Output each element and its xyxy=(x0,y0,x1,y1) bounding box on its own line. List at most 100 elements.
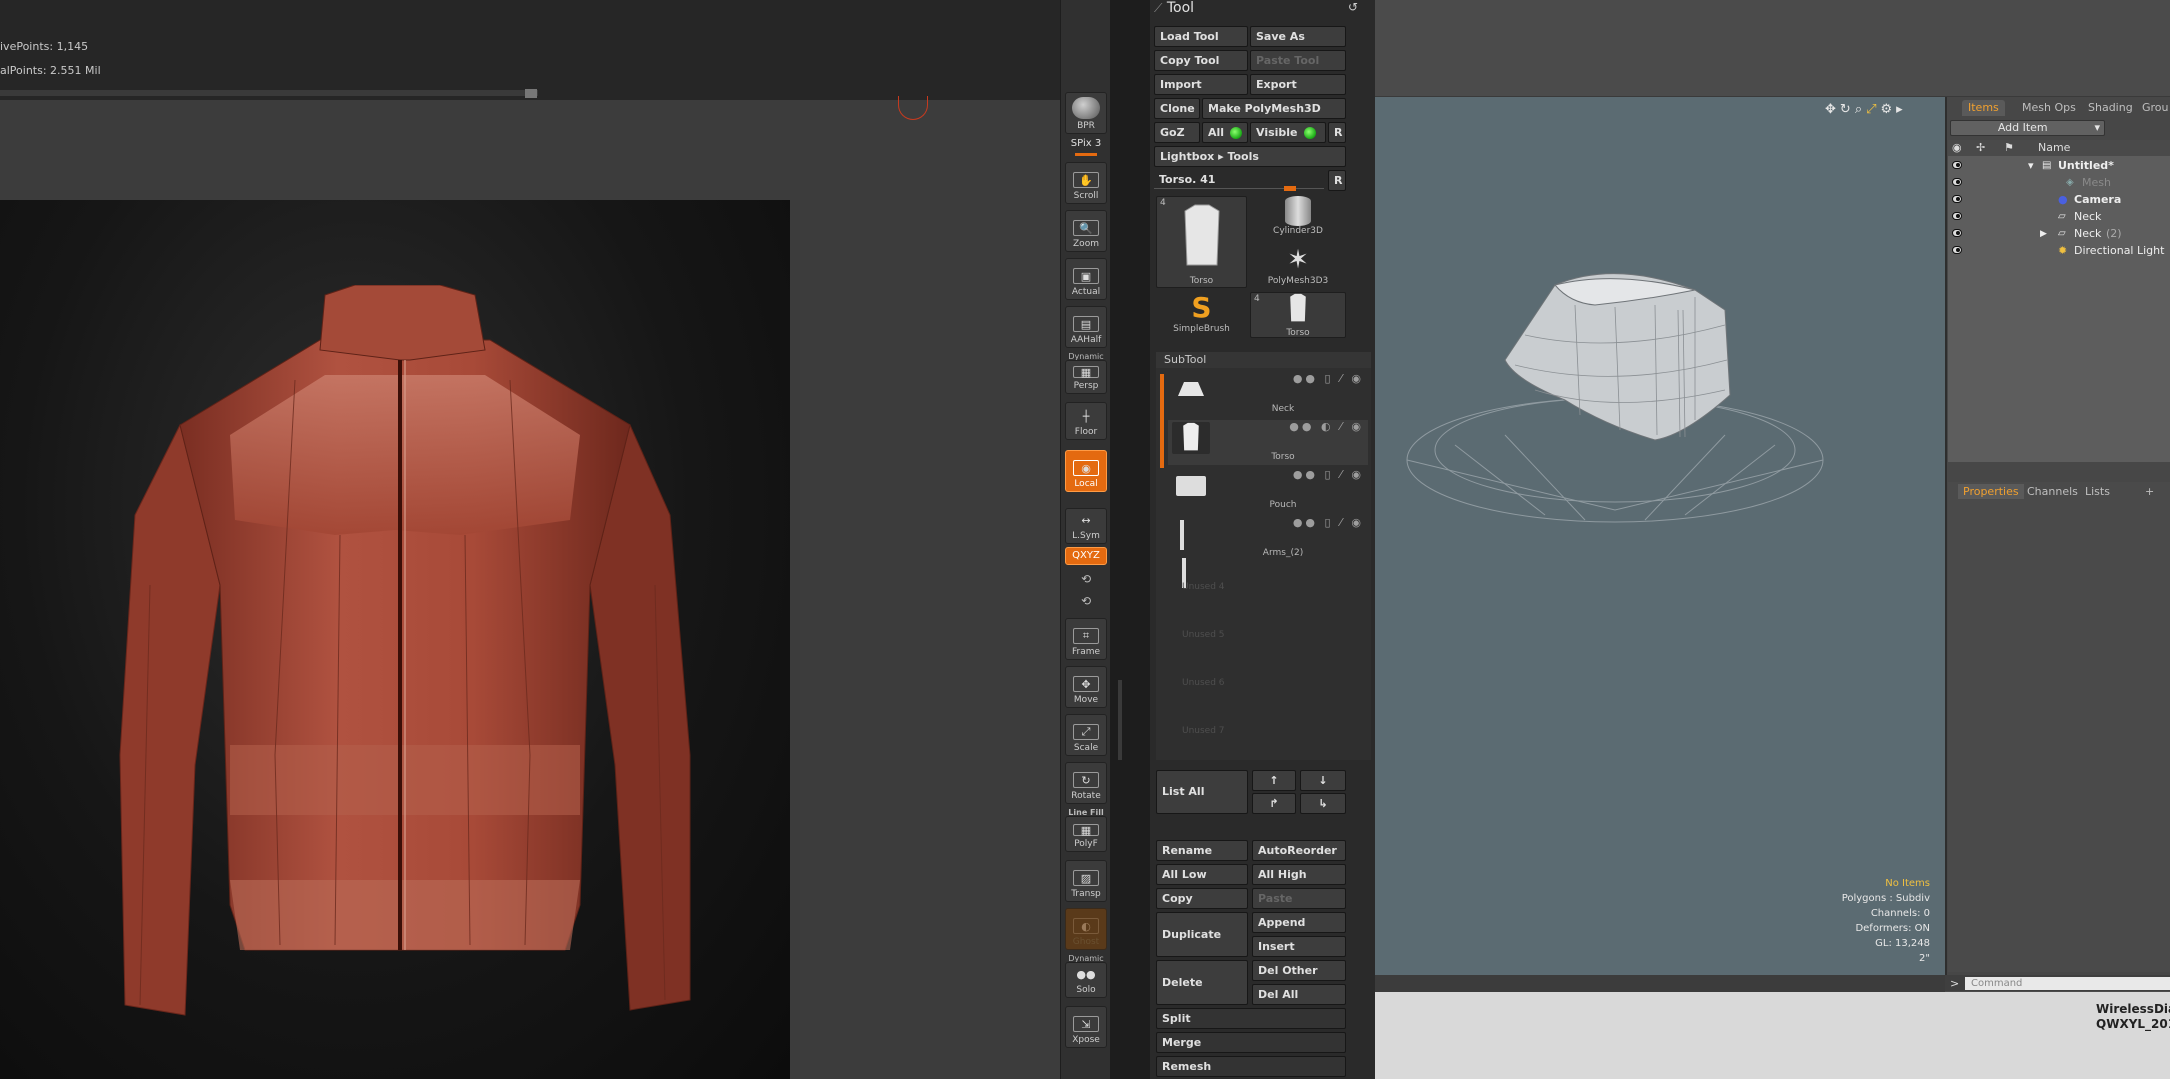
actual-button[interactable]: ▣ Actual xyxy=(1065,258,1107,300)
insert-button[interactable]: Insert xyxy=(1252,936,1346,957)
subtool-item-pouch[interactable]: ●● ▯ ⁄ ◉ Pouch xyxy=(1168,468,1368,513)
frame-button[interactable]: ⌗ Frame xyxy=(1065,618,1107,660)
move-out-button[interactable]: ↳ xyxy=(1300,793,1346,814)
bpr-button[interactable]: BPR xyxy=(1065,92,1107,134)
zbrush-slider-thumb[interactable] xyxy=(525,89,537,98)
visibility-eye-icon[interactable] xyxy=(1952,246,1962,254)
subtool-header[interactable]: SubTool xyxy=(1156,352,1371,368)
pan-icon[interactable]: ✥ xyxy=(1825,102,1840,117)
rotate-z-icon[interactable]: ⟲ xyxy=(1061,594,1111,608)
tool-thumb-polymesh[interactable]: ✶ PolyMesh3D3 xyxy=(1250,244,1346,290)
copy-button[interactable]: Copy xyxy=(1156,888,1248,909)
del-all-button[interactable]: Del All xyxy=(1252,984,1346,1005)
move-button[interactable]: ✥ Move xyxy=(1065,666,1107,708)
import-button[interactable]: Import xyxy=(1154,74,1248,95)
ghost-button[interactable]: ◐ Ghost xyxy=(1065,908,1107,950)
collapse-arrow-icon[interactable]: ▶ xyxy=(2040,226,2047,242)
tab-properties[interactable]: Properties xyxy=(1958,484,2024,499)
tab-items[interactable]: Items xyxy=(1962,100,2005,116)
del-other-button[interactable]: Del Other xyxy=(1252,960,1346,981)
clone-button[interactable]: Clone xyxy=(1154,98,1200,119)
move-down-button[interactable]: ↓ xyxy=(1300,770,1346,791)
remesh-button[interactable]: Remesh xyxy=(1156,1056,1346,1077)
pouch-controls[interactable]: ●● ▯ ⁄ ◉ xyxy=(1293,468,1364,481)
goz-all-button[interactable]: All xyxy=(1202,122,1248,143)
tab-lists[interactable]: Lists xyxy=(2080,484,2115,499)
add-item-button[interactable]: Add Item ▾ xyxy=(1950,120,2105,136)
tree-row-camera[interactable]: ● Camera xyxy=(1948,192,2170,208)
local-button[interactable]: ◉ Local xyxy=(1065,450,1107,492)
rotate-button[interactable]: ↻ Rotate xyxy=(1065,762,1107,804)
spix-slider[interactable] xyxy=(1075,153,1097,156)
xpose-button[interactable]: ⇲ Xpose xyxy=(1065,1006,1107,1048)
unused-slot-7[interactable]: Unused 7 xyxy=(1182,726,1225,736)
merge-button[interactable]: Merge xyxy=(1156,1032,1346,1053)
unused-slot-5[interactable]: Unused 5 xyxy=(1182,630,1225,640)
tree-row-light[interactable]: ✹ Directional Light xyxy=(1948,243,2170,259)
polyf-button[interactable]: ▦ PolyF xyxy=(1065,816,1107,852)
visibility-eye-icon[interactable] xyxy=(1952,195,1962,203)
zbrush-slider-track[interactable] xyxy=(0,90,538,96)
reset-icon[interactable]: ↺ xyxy=(1348,0,1358,14)
lsym-button[interactable]: ↔ L.Sym xyxy=(1065,508,1107,544)
paste-tool-button[interactable]: Paste Tool xyxy=(1250,50,1346,71)
orbit-icon[interactable]: ↻ xyxy=(1840,102,1855,117)
move-up-button[interactable]: ↑ xyxy=(1252,770,1296,791)
neck-controls[interactable]: ●● ▯ ⁄ ◉ xyxy=(1293,372,1364,385)
duplicate-button[interactable]: Duplicate xyxy=(1156,912,1248,957)
transp-button[interactable]: ▨ Transp xyxy=(1065,860,1107,902)
more-icon[interactable]: ▸ xyxy=(1896,102,1907,117)
tree-row-mesh[interactable]: ◈ Mesh xyxy=(1948,175,2170,191)
tab-channels[interactable]: Channels xyxy=(2022,484,2083,499)
tab-groups[interactable]: Grou xyxy=(2136,100,2170,116)
persp-button[interactable]: ▦ Persp xyxy=(1065,360,1107,394)
tree-row-scene[interactable]: ▾ ▤ Untitled* xyxy=(1948,158,2170,174)
torso-controls[interactable]: ●● ◐ ⁄ ◉ xyxy=(1289,420,1364,433)
type-col-icon[interactable]: ⚑ xyxy=(2004,140,2014,156)
tab-mesh-ops[interactable]: Mesh Ops xyxy=(2016,100,2082,116)
tool-panel-scrollbar[interactable] xyxy=(1118,680,1122,760)
make-polymesh-button[interactable]: Make PolyMesh3D xyxy=(1202,98,1346,119)
unused-slot-4[interactable]: Unused 4 xyxy=(1182,582,1225,592)
scale-button[interactable]: ⤢ Scale xyxy=(1065,714,1107,756)
lightbox-tools-button[interactable]: Lightbox ▸ Tools xyxy=(1154,146,1346,167)
tool-thumb-simplebrush[interactable]: S SimpleBrush xyxy=(1156,292,1247,338)
solo-button[interactable]: ●● Solo xyxy=(1065,962,1107,998)
list-all-button[interactable]: List All xyxy=(1156,770,1248,814)
expand-arrow-icon[interactable]: ▾ xyxy=(2028,158,2034,174)
tool-thumb-torso-2[interactable]: 4 Torso xyxy=(1250,292,1346,338)
delete-button[interactable]: Delete xyxy=(1156,960,1248,1005)
goz-visible-button[interactable]: Visible xyxy=(1250,122,1326,143)
scroll-button[interactable]: ✋ Scroll xyxy=(1065,162,1107,204)
goz-button[interactable]: GoZ xyxy=(1154,122,1200,143)
visibility-col-icon[interactable]: ◉ xyxy=(1952,140,1962,156)
visibility-eye-icon[interactable] xyxy=(1952,178,1962,186)
export-button[interactable]: Export xyxy=(1250,74,1346,95)
subtool-item-torso[interactable]: ●● ◐ ⁄ ◉ Torso xyxy=(1168,420,1368,465)
aahalf-button[interactable]: ▤ AAHalf xyxy=(1065,306,1107,348)
floor-button[interactable]: ┼ Floor xyxy=(1065,402,1107,440)
jacket-model[interactable] xyxy=(110,285,710,1045)
current-tool-slider-thumb[interactable] xyxy=(1284,186,1296,191)
split-button[interactable]: Split xyxy=(1156,1008,1346,1029)
autoreorder-button[interactable]: AutoReorder xyxy=(1252,840,1346,861)
tree-row-neck[interactable]: ▱ Neck xyxy=(1948,209,2170,225)
viewport-tool-icons[interactable]: ✥↻⌕⤢⚙▸ xyxy=(1825,102,1907,117)
fit-icon[interactable]: ⤢ xyxy=(1866,102,1880,117)
load-tool-button[interactable]: Load Tool xyxy=(1154,26,1248,47)
zoom-view-icon[interactable]: ⌕ xyxy=(1855,102,1866,117)
paste-button[interactable]: Paste xyxy=(1252,888,1346,909)
name-column-header[interactable]: Name xyxy=(2038,140,2070,156)
tool-r-button[interactable]: R xyxy=(1328,170,1346,191)
xyz-button[interactable]: QXYZ xyxy=(1065,547,1107,565)
unused-slot-6[interactable]: Unused 6 xyxy=(1182,678,1225,688)
tool-thumb-torso[interactable]: 4 Torso xyxy=(1156,196,1247,288)
modo-3d-viewport[interactable] xyxy=(1375,97,1945,977)
goz-r-button[interactable]: R xyxy=(1328,122,1346,143)
subtool-item-arms[interactable]: ●● ▯ ⁄ ◉ Arms_(2) xyxy=(1168,516,1368,588)
lock-col-icon[interactable]: ✢ xyxy=(1976,140,1985,156)
subtool-scrollbar[interactable] xyxy=(1160,374,1164,468)
collar-mesh[interactable] xyxy=(1395,265,1835,530)
tool-thumb-cylinder[interactable]: Cylinder3D xyxy=(1250,196,1346,242)
tree-row-neck-2[interactable]: ▶ ▱ Neck (2) xyxy=(1948,226,2170,242)
